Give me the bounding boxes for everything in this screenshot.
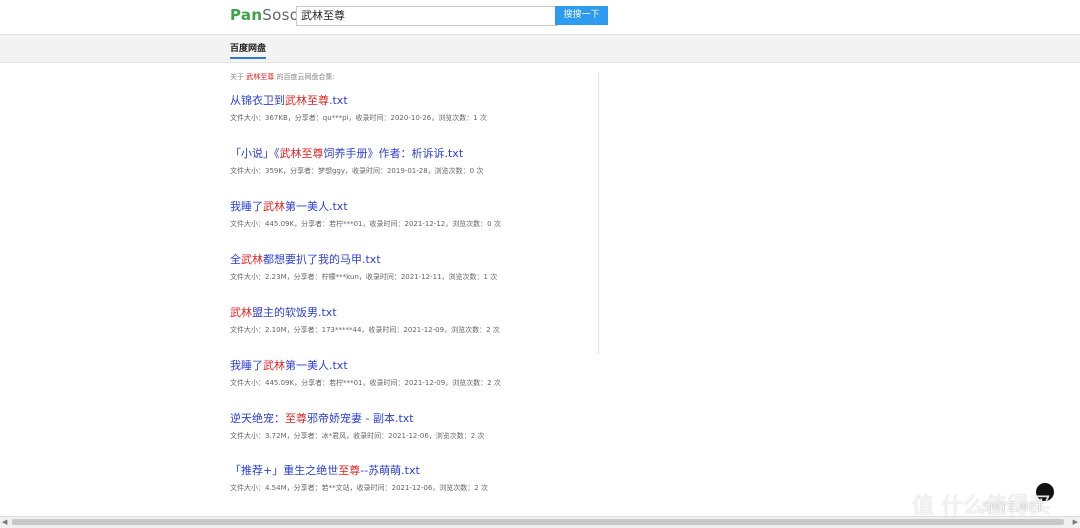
title-text: 我睡了 — [230, 200, 263, 213]
title-text: 全 — [230, 253, 241, 266]
title-highlight: 武林 — [263, 200, 285, 213]
logo-part-soso: Soso — [262, 6, 300, 24]
result-item: 武林盟主的软饭男.txt 文件大小：2.10M，分享者：173*****44，收… — [230, 304, 590, 335]
result-meta: 文件大小：359K，分享者：梦想ggy，收录时间：2019-01-28，浏览次数… — [230, 167, 484, 175]
intro-suffix: 的百度云网盘合集: — [276, 73, 335, 81]
title-highlight: 武林至尊 — [285, 94, 329, 107]
result-item: 逆天绝宠：至尊邪帝娇宠妻 - 副本.txt 文件大小：3.72M，分享者：冰*君… — [230, 410, 590, 441]
watermark-site: SMYZ.NET — [982, 500, 1044, 514]
result-title-link[interactable]: 武林盟主的软饭男.txt — [230, 304, 590, 320]
result-title-link[interactable]: 我睡了武林第一美人.txt — [230, 198, 590, 214]
result-title-link[interactable]: 我睡了武林第一美人.txt — [230, 357, 590, 373]
result-title-link[interactable]: 「推荐+」重生之绝世至尊--苏萌萌.txt — [230, 462, 590, 478]
title-highlight: 武林 — [263, 359, 285, 372]
result-meta: 文件大小：4.54M，分享者：若**文站，收录时间：2021-12-06，浏览次… — [230, 484, 488, 492]
result-title-link[interactable]: 「小说」《武林至尊饲养手册》作者：析诉诉.txt — [230, 145, 590, 161]
title-text: 「小说」《 — [230, 147, 280, 160]
scroll-left-icon[interactable]: ◀ — [2, 518, 7, 526]
title-text: 第一美人.txt — [285, 359, 348, 372]
result-meta: 文件大小：367KB，分享者：qu***pi，收录时间：2020-10-26，浏… — [230, 114, 487, 122]
result-title-link[interactable]: 从锦衣卫到武林至尊.txt — [230, 92, 590, 108]
title-text: --苏萌萌.txt — [360, 464, 420, 477]
title-highlight: 至尊 — [285, 412, 307, 425]
result-item: 我睡了武林第一美人.txt 文件大小：445.09K，分享者：若柠***01，收… — [230, 198, 590, 229]
title-highlight: 武林至尊 — [279, 147, 324, 160]
scrollbar-thumb[interactable] — [12, 519, 1064, 525]
title-text: 都想要扒了我的马甲.txt — [263, 253, 381, 266]
result-meta: 文件大小：445.09K，分享者：若柠***01，收录时间：2021-12-09… — [230, 379, 501, 387]
results-intro: 关于 武林至尊 的百度云网盘合集: — [230, 72, 335, 82]
title-text: 饲养手册》作者：析诉诉.txt — [323, 147, 464, 160]
title-text: 从锦衣卫到 — [230, 94, 285, 107]
intro-keyword: 武林至尊 — [246, 73, 275, 81]
title-text: 第一美人.txt — [285, 200, 348, 213]
result-meta: 文件大小：445.09K，分享者：若柠***01，收录时间：2021-12-12… — [230, 220, 501, 228]
result-item: 「小说」《武林至尊饲养手册》作者：析诉诉.txt 文件大小：359K，分享者：梦… — [230, 145, 590, 176]
result-title-link[interactable]: 全武林都想要扒了我的马甲.txt — [230, 251, 590, 267]
intro-prefix: 关于 — [230, 73, 244, 81]
result-meta: 文件大小：3.72M，分享者：冰*君风，收录时间：2021-12-06，浏览次数… — [230, 432, 485, 440]
search-button[interactable]: 搜搜一下 — [555, 6, 608, 25]
tab-bar: 百度网盘 — [0, 34, 1080, 63]
result-meta: 文件大小：2.23M，分享者：柠檬***kun，收录时间：2021-12-11，… — [230, 273, 498, 281]
result-meta: 文件大小：2.10M，分享者：173*****44，收录时间：2021-12-0… — [230, 326, 500, 334]
result-item: 「推荐+」重生之绝世至尊--苏萌萌.txt 文件大小：4.54M，分享者：若**… — [230, 462, 590, 493]
tab-baidu-pan[interactable]: 百度网盘 — [230, 41, 267, 59]
title-text: 邪帝娇宠妻 - 副本.txt — [307, 412, 414, 425]
column-divider — [598, 72, 599, 354]
logo-part-pan: Pan — [230, 6, 263, 24]
result-title-link[interactable]: 逆天绝宠：至尊邪帝娇宠妻 - 副本.txt — [230, 410, 590, 426]
result-item: 我睡了武林第一美人.txt 文件大小：445.09K，分享者：若柠***01，收… — [230, 357, 590, 388]
scroll-right-icon[interactable]: ▶ — [1073, 518, 1078, 526]
title-text: 盟主的软饭男.txt — [252, 306, 337, 319]
site-logo[interactable]: PanSoso — [230, 6, 299, 24]
title-text: 我睡了 — [230, 359, 263, 372]
result-item: 全武林都想要扒了我的马甲.txt 文件大小：2.23M，分享者：柠檬***kun… — [230, 251, 590, 282]
horizontal-scrollbar[interactable]: ◀ ▶ — [0, 516, 1080, 528]
title-text: 「推荐+」重生之绝世 — [230, 464, 339, 477]
header-bar: PanSoso 武林至尊 搜搜一下 — [0, 0, 1080, 34]
title-text: .txt — [329, 94, 348, 107]
title-highlight: 至尊 — [338, 464, 361, 477]
title-text: 逆天绝宠： — [230, 412, 285, 425]
title-highlight: 武林 — [241, 253, 263, 266]
result-item: 从锦衣卫到武林至尊.txt 文件大小：367KB，分享者：qu***pi，收录时… — [230, 92, 590, 123]
search-input[interactable]: 武林至尊 — [296, 6, 558, 26]
title-highlight: 武林 — [230, 306, 252, 319]
